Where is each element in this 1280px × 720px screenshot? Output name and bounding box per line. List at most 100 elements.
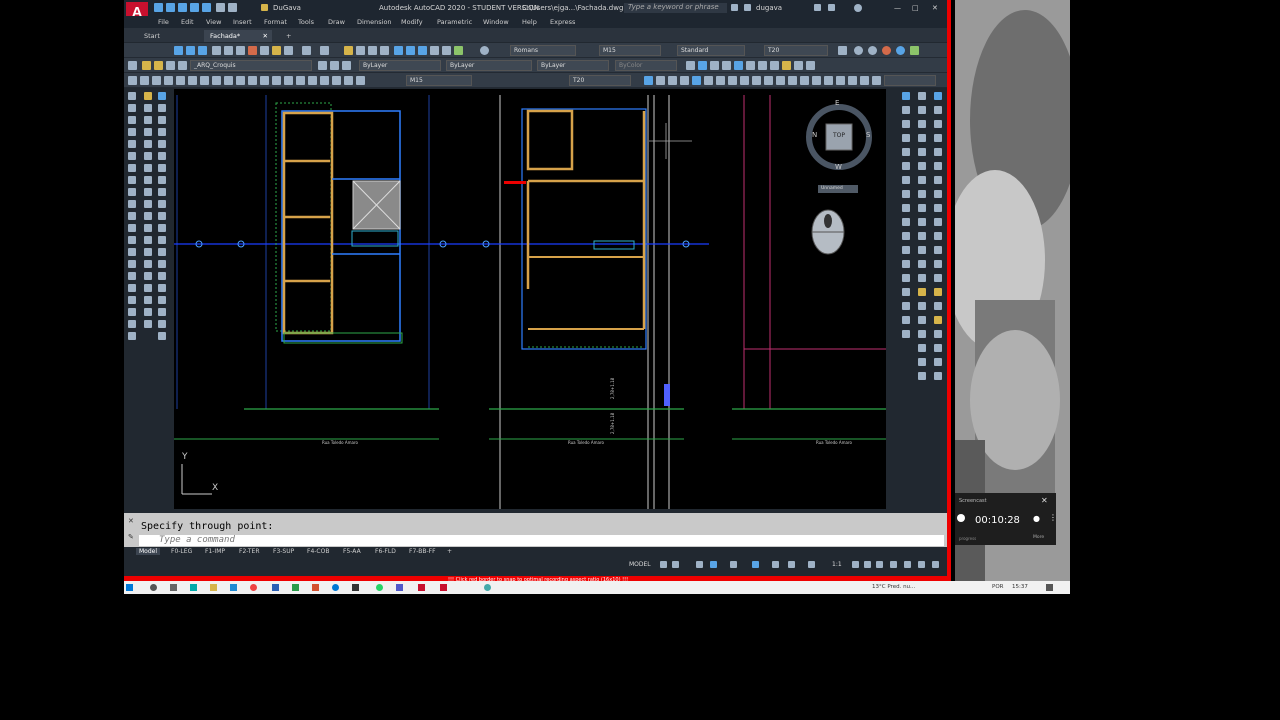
r-tool-2-icon[interactable] bbox=[918, 92, 926, 100]
make-current-icon[interactable] bbox=[318, 61, 327, 70]
visual-style-icon[interactable] bbox=[896, 46, 905, 55]
text-style-select[interactable]: Romans bbox=[510, 45, 576, 56]
circle-icon[interactable] bbox=[128, 116, 136, 124]
arc-icon[interactable] bbox=[158, 104, 166, 112]
break-icon[interactable] bbox=[128, 212, 136, 220]
menu-modify[interactable]: Modify bbox=[401, 18, 423, 26]
layer-bulb-icon[interactable] bbox=[142, 61, 151, 70]
materials-icon[interactable] bbox=[868, 46, 877, 55]
r-tool-28-icon[interactable] bbox=[902, 218, 910, 226]
viewcube-west[interactable]: W bbox=[835, 163, 842, 171]
tool-q-icon[interactable] bbox=[836, 76, 845, 85]
color-select[interactable]: ByLayer bbox=[359, 60, 441, 71]
modify-icon-4[interactable] bbox=[722, 61, 731, 70]
redo-toolbar-icon[interactable] bbox=[320, 46, 329, 55]
r-tool-4-icon[interactable] bbox=[902, 106, 910, 114]
minimize-icon[interactable]: — bbox=[894, 4, 901, 12]
menu-format[interactable]: Format bbox=[264, 18, 287, 26]
tool-c-icon[interactable] bbox=[668, 76, 677, 85]
image-icon[interactable] bbox=[144, 296, 152, 304]
r-tool-22-icon[interactable] bbox=[902, 190, 910, 198]
extend-icon[interactable] bbox=[158, 200, 166, 208]
tool-k-icon[interactable] bbox=[764, 76, 773, 85]
windows-start-icon[interactable] bbox=[126, 584, 133, 591]
tool-t-icon[interactable] bbox=[872, 76, 881, 85]
menu-draw[interactable]: Draw bbox=[328, 18, 345, 26]
offset-icon[interactable] bbox=[144, 176, 152, 184]
r-tool-38-icon[interactable] bbox=[918, 260, 926, 268]
tool-s-icon[interactable] bbox=[860, 76, 869, 85]
align-icon[interactable] bbox=[128, 260, 136, 268]
autodesk-icon[interactable] bbox=[828, 4, 835, 11]
fillet-icon[interactable] bbox=[128, 224, 136, 232]
area-icon[interactable] bbox=[158, 272, 166, 280]
redo-icon[interactable] bbox=[228, 3, 237, 12]
tool-h-icon[interactable] bbox=[728, 76, 737, 85]
r-tool-7-icon[interactable] bbox=[902, 120, 910, 128]
r-tool-21-icon[interactable] bbox=[934, 176, 942, 184]
modify-icon-3[interactable] bbox=[710, 61, 719, 70]
taskbar-app-3-icon[interactable] bbox=[352, 584, 359, 591]
r-tool-31-icon[interactable] bbox=[902, 232, 910, 240]
hatch-icon[interactable] bbox=[158, 140, 166, 148]
grid-icon[interactable] bbox=[660, 561, 667, 568]
r-tool-47-icon[interactable] bbox=[918, 302, 926, 310]
table-style-select[interactable]: Standard bbox=[677, 45, 745, 56]
r-tool-29-icon[interactable] bbox=[918, 218, 926, 226]
tool-i-icon[interactable] bbox=[740, 76, 749, 85]
tool-g-icon[interactable] bbox=[716, 76, 725, 85]
polygon-icon[interactable] bbox=[128, 104, 136, 112]
chamfer-icon[interactable] bbox=[158, 212, 166, 220]
open-file-icon[interactable] bbox=[166, 3, 175, 12]
r-tool-5-icon[interactable] bbox=[918, 106, 926, 114]
line-icon[interactable] bbox=[128, 92, 136, 100]
lengthen-icon[interactable] bbox=[144, 260, 152, 268]
stretch-icon[interactable] bbox=[128, 200, 136, 208]
undo-toolbar-icon[interactable] bbox=[302, 46, 311, 55]
layer-color-icon[interactable] bbox=[178, 61, 187, 70]
r-tool-55-icon[interactable] bbox=[918, 344, 926, 352]
tab-start[interactable]: Start bbox=[138, 30, 166, 42]
text-d-icon[interactable] bbox=[144, 320, 152, 328]
rectangle-icon[interactable] bbox=[144, 104, 152, 112]
layout-tab-f0[interactable]: F0-LEG bbox=[171, 548, 192, 555]
dim-aligned-icon[interactable] bbox=[140, 76, 149, 85]
layout-tab-f3[interactable]: F3-SUP bbox=[273, 548, 294, 555]
tool-l-icon[interactable] bbox=[776, 76, 785, 85]
dimension-icon[interactable] bbox=[128, 236, 136, 244]
menu-window[interactable]: Window bbox=[483, 18, 509, 26]
mirror-icon[interactable] bbox=[128, 176, 136, 184]
layer-properties-icon[interactable] bbox=[128, 61, 137, 70]
text-g-icon[interactable] bbox=[158, 332, 166, 340]
tool-o-icon[interactable] bbox=[812, 76, 821, 85]
publish-icon[interactable] bbox=[236, 46, 245, 55]
calculator-icon[interactable] bbox=[454, 46, 463, 55]
r-tool-41-icon[interactable] bbox=[918, 274, 926, 282]
taskbar-app-1-icon[interactable] bbox=[190, 584, 197, 591]
insert-block-icon[interactable] bbox=[158, 128, 166, 136]
r-tool-34-icon[interactable] bbox=[902, 246, 910, 254]
join-icon[interactable] bbox=[144, 212, 152, 220]
construction-line-icon[interactable] bbox=[144, 92, 152, 100]
search-box[interactable]: Type a keyword or phrase bbox=[624, 3, 727, 13]
r-tool-40-icon[interactable] bbox=[902, 274, 910, 282]
r-tool-14-icon[interactable] bbox=[918, 148, 926, 156]
dim-jogged-icon[interactable] bbox=[188, 76, 197, 85]
cart-icon[interactable] bbox=[814, 4, 821, 11]
polyline-icon[interactable] bbox=[158, 92, 166, 100]
dim-ordinate-icon[interactable] bbox=[164, 76, 173, 85]
modify-icon-8[interactable] bbox=[770, 61, 779, 70]
export-icon[interactable] bbox=[910, 46, 919, 55]
menu-help[interactable]: Help bbox=[522, 18, 537, 26]
list-icon[interactable] bbox=[128, 284, 136, 292]
r-tool-46-icon[interactable] bbox=[902, 302, 910, 310]
cut-icon[interactable] bbox=[248, 46, 257, 55]
modify-icon-7[interactable] bbox=[758, 61, 767, 70]
erase-icon[interactable] bbox=[144, 164, 152, 172]
attach-icon[interactable] bbox=[158, 296, 166, 304]
tool-n-icon[interactable] bbox=[800, 76, 809, 85]
close-icon[interactable]: ✕ bbox=[932, 4, 938, 12]
r-tool-25-icon[interactable] bbox=[902, 204, 910, 212]
help-icon[interactable] bbox=[854, 4, 862, 12]
dim-continue-icon[interactable] bbox=[248, 76, 257, 85]
